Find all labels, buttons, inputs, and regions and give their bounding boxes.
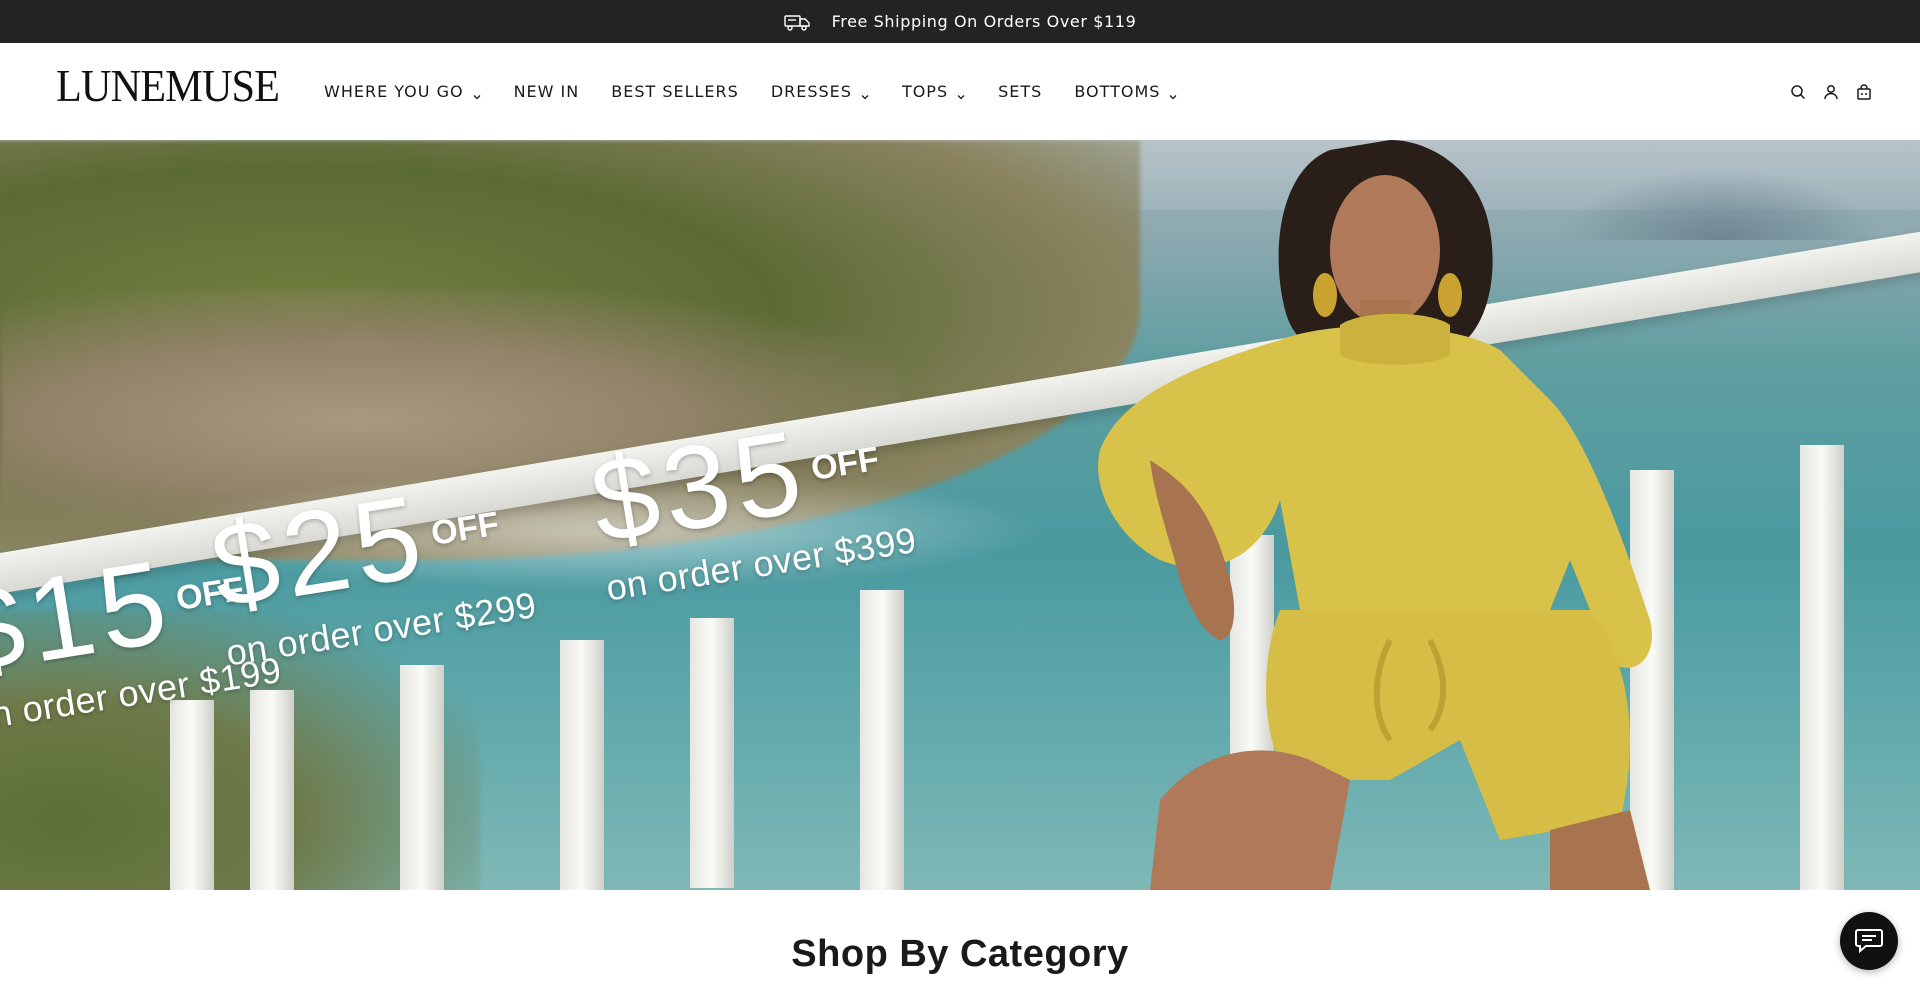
- chat-icon: [1854, 925, 1884, 957]
- railing-post: [690, 618, 734, 888]
- hero-banner[interactable]: $15OFF on order over $199 $25OFF on orde…: [0, 140, 1920, 890]
- nav-item-label: DRESSES: [770, 82, 852, 101]
- header-actions: [1790, 43, 1872, 140]
- railing-post: [170, 700, 214, 890]
- announcement-bar: Free Shipping On Orders Over $119: [0, 0, 1920, 43]
- announcement-text: Free Shipping On Orders Over $119: [831, 12, 1137, 31]
- main-nav: WHERE YOU GO NEW IN BEST SELLERS DRESSES…: [324, 43, 1210, 140]
- chat-button[interactable]: [1840, 912, 1898, 970]
- nav-item-where-you-go[interactable]: WHERE YOU GO: [324, 82, 482, 101]
- promo-off-label: OFF: [428, 504, 502, 553]
- nav-item-best-sellers[interactable]: BEST SELLERS: [611, 82, 739, 101]
- site-header: LUNEMUSE WHERE YOU GO NEW IN BEST SELLER…: [0, 43, 1920, 140]
- nav-item-label: NEW IN: [513, 82, 580, 101]
- hero-model-image: [1098, 140, 1652, 890]
- cart-icon[interactable]: [1856, 83, 1872, 100]
- nav-item-dresses[interactable]: DRESSES: [771, 82, 870, 101]
- chevron-down-icon: [472, 87, 482, 99]
- railing-post: [860, 590, 904, 890]
- chevron-down-icon: [860, 87, 870, 99]
- chevron-down-icon: [1168, 87, 1178, 99]
- site-logo[interactable]: LUNEMUSE: [56, 63, 280, 109]
- nav-item-label: TOPS: [901, 82, 949, 101]
- railing-post: [560, 640, 604, 890]
- section-title: Shop By Category: [791, 933, 1129, 975]
- nav-item-label: BOTTOMS: [1074, 82, 1161, 101]
- nav-item-tops[interactable]: TOPS: [902, 82, 966, 101]
- promo-off-label: OFF: [808, 439, 882, 488]
- nav-item-bottoms[interactable]: BOTTOMS: [1074, 82, 1178, 101]
- railing-post: [400, 665, 444, 890]
- railing-post: [1800, 445, 1844, 890]
- chevron-down-icon: [956, 87, 966, 99]
- nav-item-new-in[interactable]: NEW IN: [514, 82, 580, 101]
- nav-item-label: SETS: [998, 82, 1043, 101]
- account-icon[interactable]: [1823, 84, 1839, 100]
- railing-post: [250, 690, 294, 890]
- nav-item-label: BEST SELLERS: [611, 82, 739, 101]
- truck-icon: [783, 13, 810, 31]
- search-icon[interactable]: [1790, 84, 1806, 100]
- nav-item-label: WHERE YOU GO: [324, 82, 464, 101]
- nav-item-sets[interactable]: SETS: [998, 82, 1042, 101]
